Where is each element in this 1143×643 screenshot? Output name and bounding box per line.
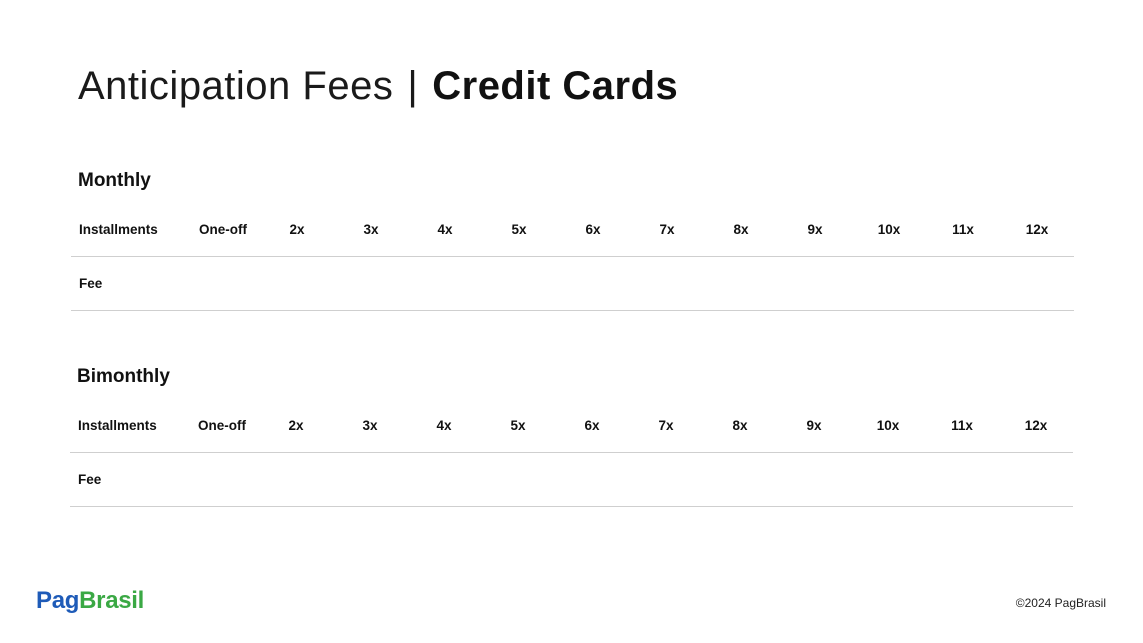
fee-cell xyxy=(415,257,475,310)
column-header: One-off xyxy=(199,221,247,237)
installments-row: Installments One-off 2x 3x 4x 5x 6x 7x 8… xyxy=(71,202,1074,257)
fee-cell xyxy=(785,257,845,310)
column-header: 2x xyxy=(288,417,304,433)
column-header: 10x xyxy=(876,417,900,433)
installments-row: Installments One-off 2x 3x 4x 5x 6x 7x 8… xyxy=(70,398,1073,453)
column-header: 4x xyxy=(436,417,452,433)
column-header: 12x xyxy=(1024,417,1048,433)
fee-cell xyxy=(784,453,844,506)
column-header: 10x xyxy=(877,221,901,237)
fee-label: Fee xyxy=(79,276,103,291)
column-header: 4x xyxy=(437,221,453,237)
column-header: 3x xyxy=(363,221,379,237)
fee-cell xyxy=(488,453,548,506)
fee-cell xyxy=(932,453,992,506)
fee-cell xyxy=(859,257,919,310)
fee-row: Fee xyxy=(70,453,1073,507)
column-header: 5x xyxy=(511,221,527,237)
fee-cell xyxy=(710,453,770,506)
fee-cell xyxy=(563,257,623,310)
fee-cell xyxy=(340,453,400,506)
column-header: 6x xyxy=(584,417,600,433)
fee-cell xyxy=(1007,257,1067,310)
title-separator: | xyxy=(407,64,419,108)
column-header: 7x xyxy=(658,417,674,433)
fee-cell xyxy=(637,257,697,310)
copyright-text: ©2024 PagBrasil xyxy=(1015,596,1106,610)
fee-cell xyxy=(1006,453,1066,506)
page-title: Anticipation Fees | Credit Cards xyxy=(78,62,678,110)
fee-cell xyxy=(858,453,918,506)
fee-cell xyxy=(192,453,252,506)
column-header: 6x xyxy=(585,221,601,237)
column-header: 2x xyxy=(289,221,305,237)
column-header: 9x xyxy=(806,417,822,433)
fee-cell xyxy=(562,453,622,506)
section-heading-bimonthly: Bimonthly xyxy=(77,366,170,387)
bimonthly-fee-table: Installments One-off 2x 3x 4x 5x 6x 7x 8… xyxy=(70,398,1073,507)
fee-cell xyxy=(489,257,549,310)
title-bold: Credit Cards xyxy=(432,64,679,108)
column-header: One-off xyxy=(198,417,246,433)
monthly-fee-table: Installments One-off 2x 3x 4x 5x 6x 7x 8… xyxy=(71,202,1074,311)
fee-cell xyxy=(414,453,474,506)
column-header: 12x xyxy=(1025,221,1049,237)
column-header: 8x xyxy=(732,417,748,433)
column-header: 3x xyxy=(362,417,378,433)
column-header: 11x xyxy=(952,221,974,237)
fee-cell xyxy=(266,453,326,506)
column-header: 7x xyxy=(659,221,675,237)
column-header: 9x xyxy=(807,221,823,237)
logo-part-pag: Pag xyxy=(36,587,80,614)
column-header: 5x xyxy=(510,417,526,433)
installments-label: Installments xyxy=(78,417,157,433)
section-heading-monthly: Monthly xyxy=(78,170,151,191)
logo-part-brasil: Brasil xyxy=(79,587,145,614)
column-header: 8x xyxy=(733,221,749,237)
fee-cell xyxy=(341,257,401,310)
title-light: Anticipation Fees xyxy=(78,64,394,108)
column-header: 11x xyxy=(951,417,973,433)
fee-row: Fee xyxy=(71,257,1074,311)
fee-label: Fee xyxy=(78,472,102,487)
fee-cell xyxy=(933,257,993,310)
pagbrasil-logo: PagBrasil xyxy=(36,587,144,615)
fee-cell xyxy=(636,453,696,506)
fee-cell xyxy=(267,257,327,310)
fee-cell xyxy=(193,257,253,310)
fee-cell xyxy=(711,257,771,310)
installments-label: Installments xyxy=(79,221,158,237)
